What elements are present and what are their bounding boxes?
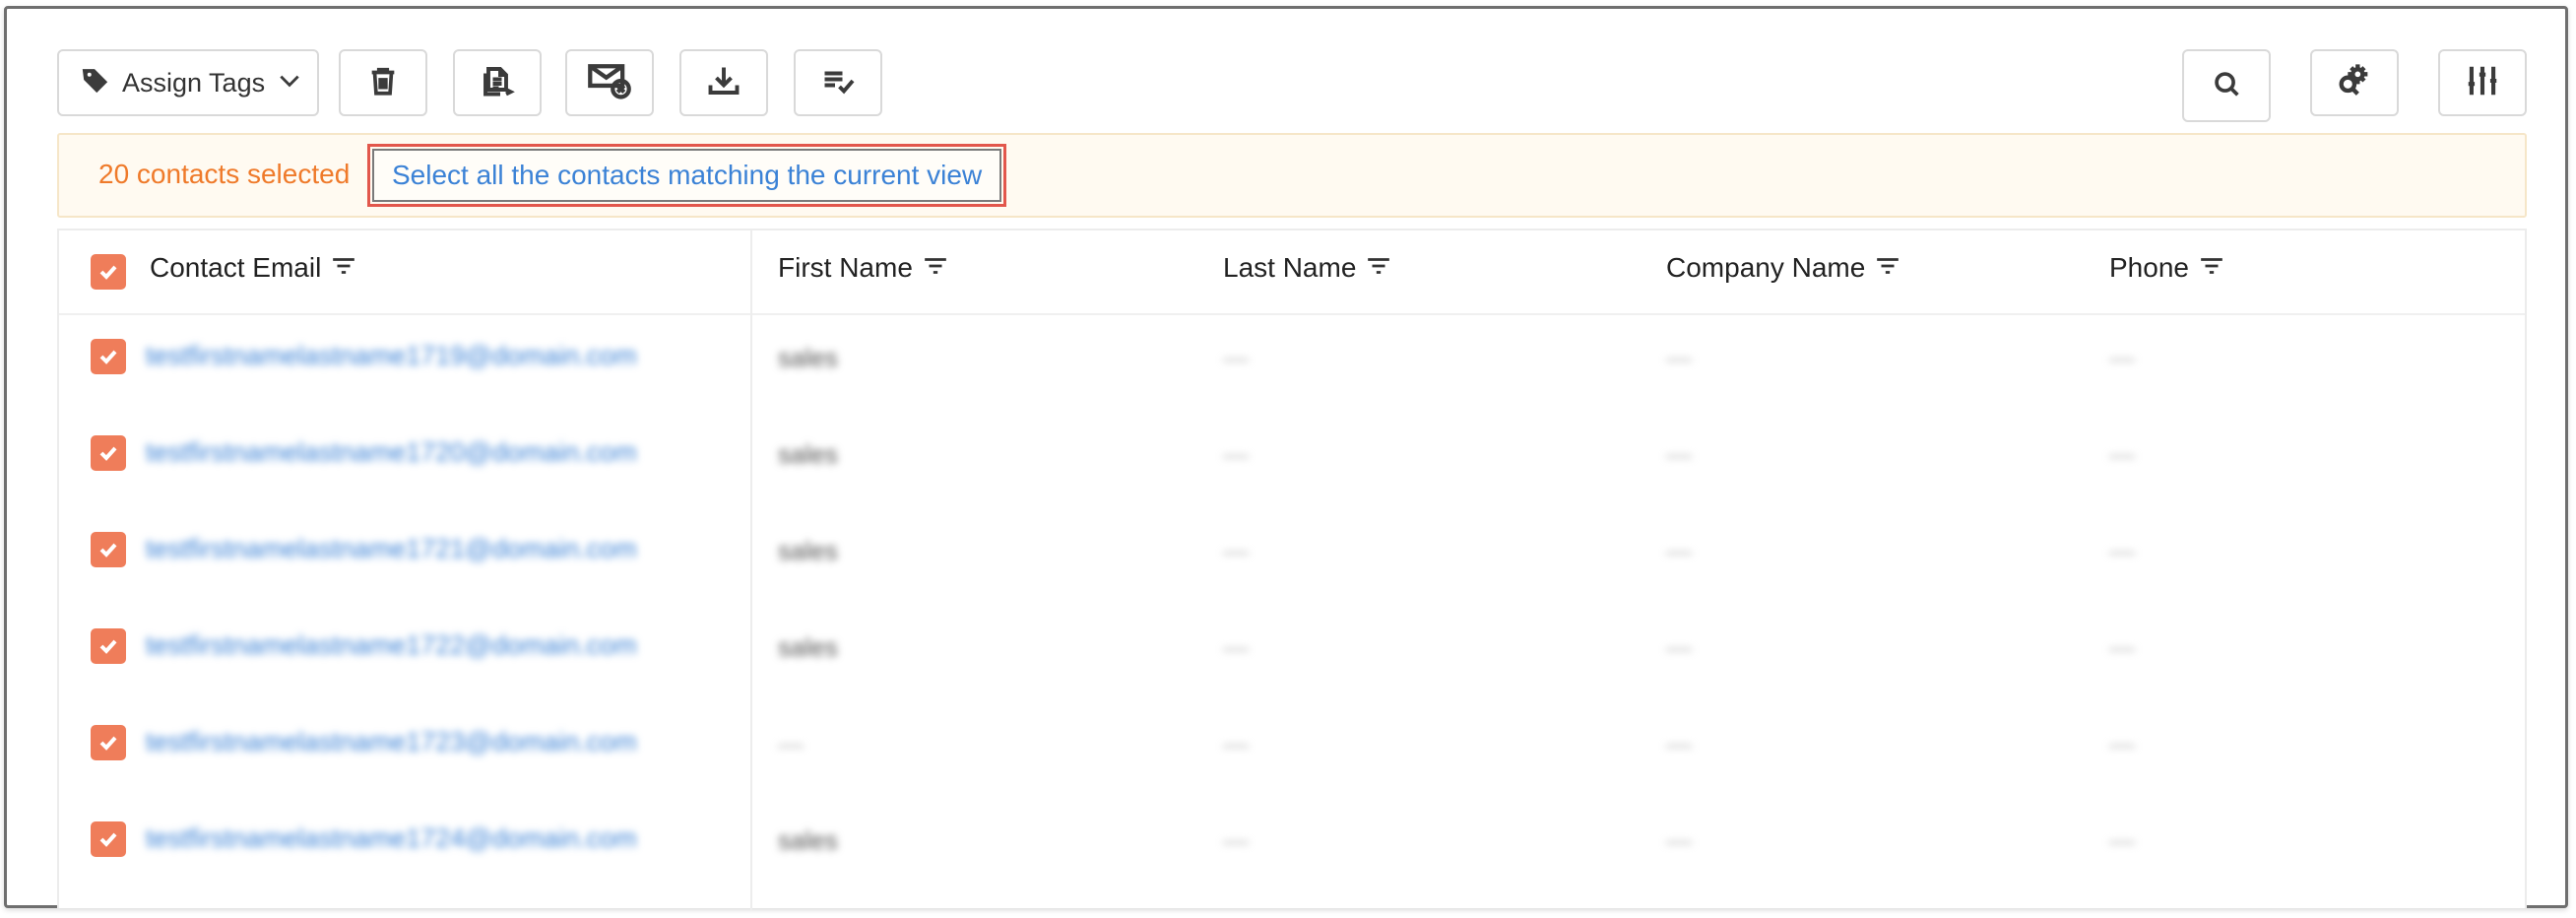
- column-header-company-name[interactable]: Company Name: [1666, 252, 1900, 284]
- column-settings-button[interactable]: [2438, 49, 2527, 116]
- column-label: Company Name: [1666, 252, 1866, 283]
- chevron-down-icon: [277, 68, 302, 98]
- column-label: Phone: [2109, 252, 2189, 283]
- download-icon: [706, 63, 741, 103]
- row-checkbox[interactable]: [91, 339, 126, 374]
- table-row[interactable]: testfirstnamelastname1723@domain.com — —…: [59, 699, 2525, 796]
- selection-banner: 20 contacts selected Select all the cont…: [57, 133, 2527, 218]
- company-name-cell: —: [1666, 729, 1692, 758]
- last-name-cell: —: [1223, 536, 1249, 565]
- contact-email-link[interactable]: testfirstnamelastname1722@domain.com: [146, 630, 637, 661]
- row-checkbox[interactable]: [91, 821, 126, 857]
- column-label: Last Name: [1223, 252, 1357, 283]
- first-name-cell: sales: [778, 632, 838, 662]
- phone-cell: —: [2109, 536, 2135, 565]
- contact-email-link[interactable]: testfirstnamelastname1720@domain.com: [146, 437, 637, 468]
- table-row[interactable]: testfirstnamelastname1720@domain.com sal…: [59, 410, 2525, 506]
- row-checkbox[interactable]: [91, 435, 126, 471]
- last-name-cell: —: [1223, 343, 1249, 372]
- table-row[interactable]: testfirstnamelastname1722@domain.com sal…: [59, 603, 2525, 699]
- column-header-first-name[interactable]: First Name: [778, 252, 948, 284]
- contacts-table: Contact Email First Name Last Name Compa…: [57, 229, 2527, 910]
- row-checkbox[interactable]: [91, 725, 126, 760]
- first-name-cell: sales: [778, 343, 838, 372]
- trash-icon: [366, 63, 400, 103]
- search-settings-button[interactable]: [2310, 49, 2399, 116]
- document-export-icon: [480, 63, 515, 103]
- table-row[interactable]: testfirstnamelastname1719@domain.com sal…: [59, 313, 2525, 410]
- first-name-cell: sales: [778, 536, 838, 565]
- search-button[interactable]: [2182, 49, 2271, 122]
- last-name-cell: —: [1223, 825, 1249, 855]
- selected-count-text: 20 contacts selected: [98, 159, 351, 189]
- filter-icon[interactable]: [923, 252, 948, 284]
- download-button[interactable]: [679, 49, 768, 116]
- column-header-phone[interactable]: Phone: [2109, 252, 2224, 284]
- phone-cell: —: [2109, 632, 2135, 662]
- unsubscribe-mail-icon: [587, 61, 632, 105]
- export-button[interactable]: [453, 49, 542, 116]
- column-header-last-name[interactable]: Last Name: [1223, 252, 1391, 284]
- last-name-cell: —: [1223, 729, 1249, 758]
- mark-list-button[interactable]: [794, 49, 882, 116]
- table-row[interactable]: testfirstnamelastname1724@domain.com sal…: [59, 796, 2525, 892]
- contact-email-link[interactable]: testfirstnamelastname1721@domain.com: [146, 534, 637, 564]
- company-name-cell: —: [1666, 632, 1692, 662]
- select-all-checkbox[interactable]: [91, 254, 126, 290]
- first-name-cell: —: [778, 729, 804, 758]
- company-name-cell: —: [1666, 343, 1692, 372]
- column-label: Contact Email: [150, 252, 322, 283]
- phone-cell: —: [2109, 729, 2135, 758]
- select-all-matching-link[interactable]: Select all the contacts matching the cur…: [366, 144, 1007, 207]
- assign-tags-label: Assign Tags: [122, 67, 266, 98]
- settings-search-icon: [2335, 61, 2374, 105]
- row-checkbox[interactable]: [91, 628, 126, 664]
- phone-cell: —: [2109, 825, 2135, 855]
- company-name-cell: —: [1666, 536, 1692, 565]
- first-name-cell: sales: [778, 439, 838, 469]
- phone-cell: —: [2109, 343, 2135, 372]
- filter-icon[interactable]: [1366, 252, 1391, 284]
- unsubscribe-button[interactable]: [565, 49, 654, 116]
- table-header: Contact Email First Name Last Name Compa…: [59, 230, 2525, 315]
- sliders-icon: [2463, 62, 2502, 104]
- contact-email-link[interactable]: testfirstnamelastname1724@domain.com: [146, 823, 637, 854]
- company-name-cell: —: [1666, 439, 1692, 469]
- filter-icon[interactable]: [331, 252, 356, 284]
- column-label: First Name: [778, 252, 913, 283]
- first-name-cell: sales: [778, 825, 838, 855]
- last-name-cell: —: [1223, 439, 1249, 469]
- phone-cell: —: [2109, 439, 2135, 469]
- contact-email-link[interactable]: testfirstnamelastname1719@domain.com: [146, 341, 637, 371]
- contact-email-link[interactable]: testfirstnamelastname1723@domain.com: [146, 727, 637, 757]
- row-checkbox[interactable]: [91, 532, 126, 567]
- last-name-cell: —: [1223, 632, 1249, 662]
- column-header-contact-email[interactable]: Contact Email: [150, 252, 356, 284]
- list-check-icon: [819, 63, 857, 103]
- delete-button[interactable]: [339, 49, 427, 116]
- assign-tags-button[interactable]: Assign Tags: [57, 49, 319, 116]
- company-name-cell: —: [1666, 825, 1692, 855]
- table-row[interactable]: testfirstnamelastname1721@domain.com sal…: [59, 506, 2525, 603]
- filter-icon[interactable]: [2199, 252, 2224, 284]
- tag-icon: [81, 66, 110, 100]
- search-icon: [2210, 67, 2243, 105]
- filter-icon[interactable]: [1875, 252, 1900, 284]
